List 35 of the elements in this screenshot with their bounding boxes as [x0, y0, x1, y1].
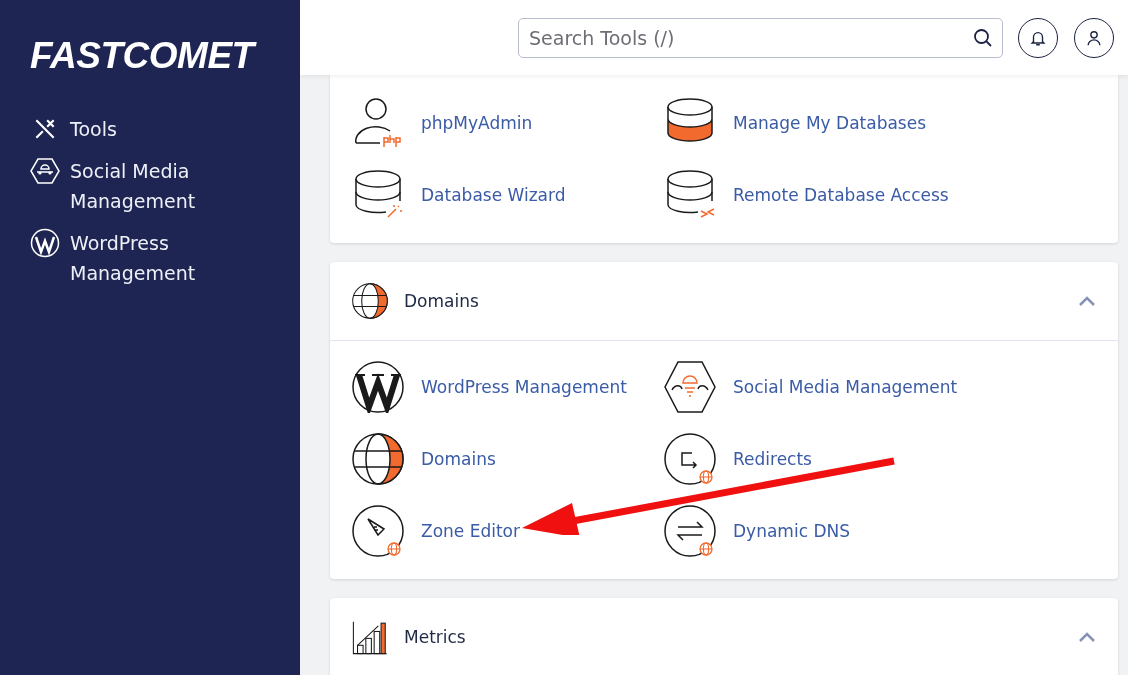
swap-arrows-icon: [664, 505, 716, 557]
account-button[interactable]: [1074, 17, 1114, 58]
tool-link[interactable]: Dynamic DNS: [664, 495, 850, 567]
collapse-chevron-icon: [1078, 295, 1096, 307]
tool-link[interactable]: Redirects: [664, 423, 812, 495]
search-icon: [973, 27, 993, 48]
tool-link[interactable]: Remote Database Access: [664, 159, 949, 231]
tool-link[interactable]: Social Media Management: [664, 351, 958, 423]
user-php-icon: [352, 97, 404, 149]
tool-link[interactable]: Domains: [352, 423, 496, 495]
database-code-icon: [664, 169, 716, 221]
tool-link[interactable]: phpMyAdmin: [352, 87, 533, 159]
tool-link[interactable]: WordPress Management: [352, 351, 627, 423]
user-icon: [1085, 28, 1103, 47]
hexagon-icon: [664, 361, 716, 413]
sidebar-item[interactable]: Tools: [30, 114, 220, 144]
section-title: Metrics: [404, 627, 467, 647]
hexagon-icon: [30, 156, 60, 186]
notifications-button[interactable]: [1018, 17, 1058, 58]
tool-link[interactable]: Zone Editor: [352, 495, 520, 567]
section-header[interactable]: Metrics: [330, 598, 1118, 675]
tool-link[interactable]: Manage My Databases: [664, 87, 927, 159]
section-header[interactable]: Domains: [330, 262, 1118, 341]
globe-icon: [352, 433, 404, 485]
sidebar-item[interactable]: WordPress Management: [30, 228, 220, 288]
sidebar-item[interactable]: Social Media Management: [30, 156, 220, 216]
bar-chart-icon: [352, 619, 388, 655]
collapse-chevron-icon: [1078, 631, 1096, 643]
pen-icon: [352, 505, 404, 557]
section-title: Domains: [404, 291, 480, 311]
globe-icon: [352, 283, 388, 319]
wordpress-icon: [30, 228, 60, 258]
search-field[interactable]: Search Tools (/): [518, 17, 1003, 58]
wordpress-icon: [352, 361, 404, 413]
tool-link[interactable]: Database Wizard: [352, 159, 566, 231]
